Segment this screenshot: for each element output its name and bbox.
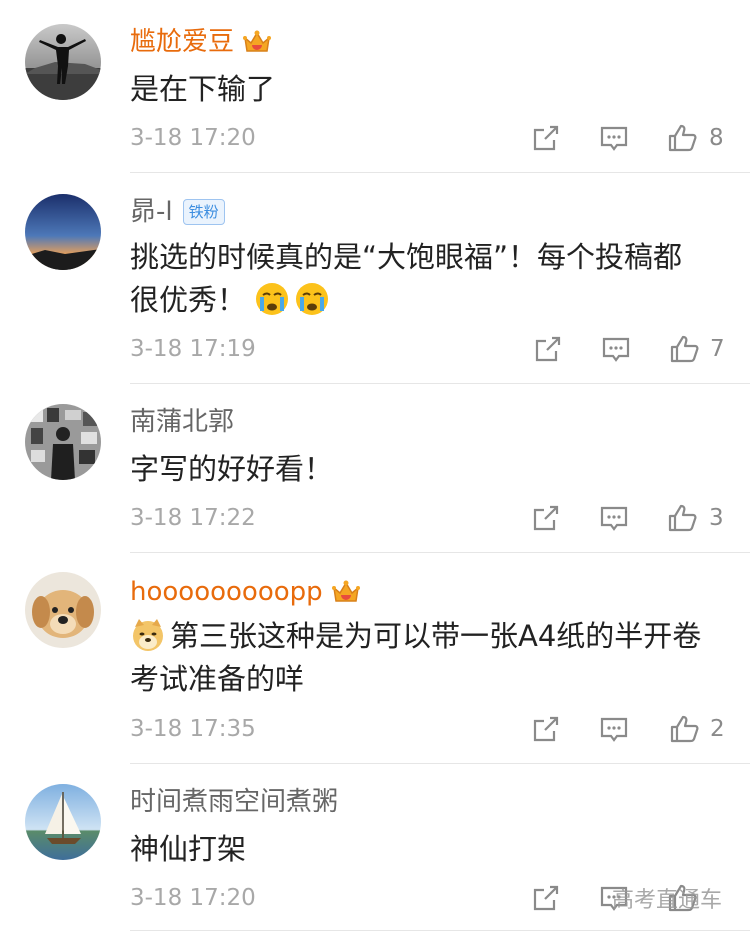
avatar[interactable] (25, 194, 101, 270)
comment-text: 第三张这种是为可以带一张A4纸的半开卷 考试准备的咩 (130, 615, 720, 701)
comment-text: 挑选的时候真的是“大饱眼福”！每个投稿都 很优秀！ (130, 236, 720, 322)
timestamp: 3-18 17:22 (130, 505, 256, 531)
timestamp: 3-18 17:35 (130, 716, 256, 742)
comment-icon[interactable] (598, 713, 630, 745)
comment-text-line: 考试准备的咩 (130, 662, 305, 696)
like-icon[interactable] (668, 333, 700, 365)
divider (130, 552, 750, 553)
like-count: 8 (709, 125, 724, 151)
crying-face-icon (294, 281, 330, 317)
timestamp: 3-18 17:19 (130, 336, 256, 362)
forward-icon[interactable] (530, 713, 562, 745)
forward-icon[interactable] (530, 882, 562, 914)
forward-icon[interactable] (530, 122, 562, 154)
comment-icon[interactable] (600, 333, 632, 365)
divider (130, 383, 750, 384)
doge-icon (130, 617, 166, 653)
crown-icon (331, 577, 361, 607)
comment-text-line: 第三张这种是为可以带一张A4纸的半开卷 (130, 615, 720, 658)
comment-text: 字写的好好看！ (130, 452, 334, 486)
like-icon[interactable] (666, 122, 698, 154)
forward-icon[interactable] (530, 502, 562, 534)
crown-icon (242, 27, 272, 57)
avatar[interactable] (25, 24, 101, 100)
comment-icon[interactable] (598, 502, 630, 534)
comment-meta: 3-18 17:20 8 (130, 120, 725, 156)
divider (130, 172, 750, 173)
username[interactable]: hooooooooopp (130, 575, 323, 609)
forward-icon[interactable] (532, 333, 564, 365)
comment-icon[interactable] (598, 122, 630, 154)
timestamp: 3-18 17:20 (130, 125, 256, 151)
avatar[interactable] (25, 572, 101, 648)
fan-badge: 铁粉 (182, 199, 225, 225)
crying-face-icon (254, 281, 290, 317)
username[interactable]: 时间煮雨空间煮粥 (130, 785, 338, 819)
comment-text: 神仙打架 (130, 832, 247, 866)
avatar[interactable] (25, 404, 101, 480)
divider (130, 930, 750, 931)
comment-meta: 3-18 17:19 7 (130, 331, 725, 367)
comment-text: 是在下输了 (130, 72, 276, 106)
comment-feed: 尴尬爱豆 是在下输了 3-18 17:20 8 昴-l 铁粉 挑选的时候真的是“… (0, 0, 750, 938)
comment-text-fragment: 很优秀！ (130, 283, 247, 317)
avatar[interactable] (25, 784, 101, 860)
like-count: 3 (709, 505, 724, 531)
like-count: 7 (710, 336, 725, 362)
comment-text-fragment: 第三张这种是为可以带一张A4纸的半开卷 (170, 619, 702, 653)
like-icon[interactable] (666, 502, 698, 534)
comment-meta: 3-18 17:22 3 (130, 500, 725, 536)
username[interactable]: 尴尬爱豆 (130, 25, 234, 59)
comment-text-line: 挑选的时候真的是“大饱眼福”！每个投稿都 (130, 240, 683, 274)
divider (130, 763, 750, 764)
watermark: 高考直通车 (612, 888, 723, 913)
timestamp: 3-18 17:20 (130, 885, 256, 911)
username[interactable]: 昴-l (130, 195, 173, 229)
username[interactable]: 南蒲北郭 (130, 405, 234, 439)
like-icon[interactable] (668, 713, 700, 745)
comment-meta: 3-18 17:35 2 (130, 711, 725, 747)
like-count: 2 (710, 716, 725, 742)
comment-text-line: 很优秀！ (130, 279, 720, 322)
